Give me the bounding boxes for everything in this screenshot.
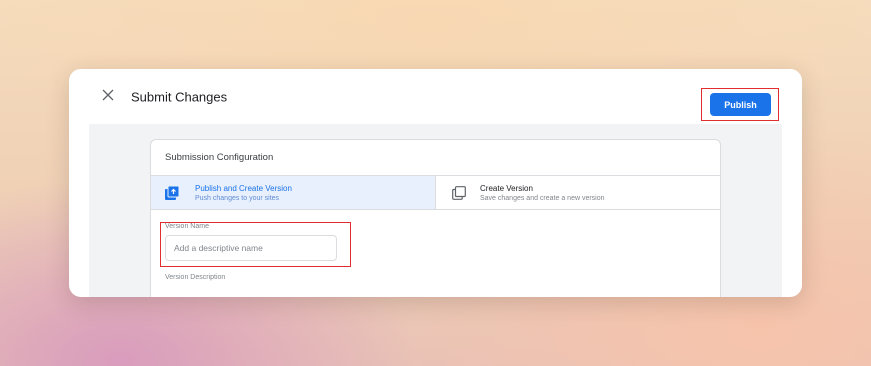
version-name-input[interactable]: [165, 235, 337, 261]
version-name-label: Version Name: [165, 223, 209, 230]
close-button[interactable]: [99, 86, 117, 104]
dialog-header: Submit Changes Publish: [69, 69, 802, 125]
submit-changes-dialog: Submit Changes Publish Submission Config…: [69, 69, 802, 297]
option-subtitle: Push changes to your sites: [195, 195, 280, 202]
option-title: Publish and Create Version: [195, 184, 292, 193]
submission-configuration-card: Submission Configuration Publish and Cre…: [150, 139, 721, 297]
card-title: Submission Configuration: [165, 152, 274, 163]
copy-version-icon: [452, 186, 466, 200]
option-publish-and-create-version[interactable]: Publish and Create Version Push changes …: [151, 175, 436, 210]
publish-button[interactable]: Publish: [710, 93, 771, 116]
version-description-label: Version Description: [165, 274, 226, 281]
option-create-version[interactable]: Create Version Save changes and create a…: [436, 175, 720, 210]
option-title: Create Version: [480, 184, 533, 193]
option-subtitle: Save changes and create a new version: [480, 195, 605, 202]
dialog-title: Submit Changes: [131, 89, 228, 105]
close-icon: [102, 89, 114, 101]
publish-upload-icon: [165, 186, 179, 200]
dialog-content: Submission Configuration Publish and Cre…: [89, 124, 782, 297]
